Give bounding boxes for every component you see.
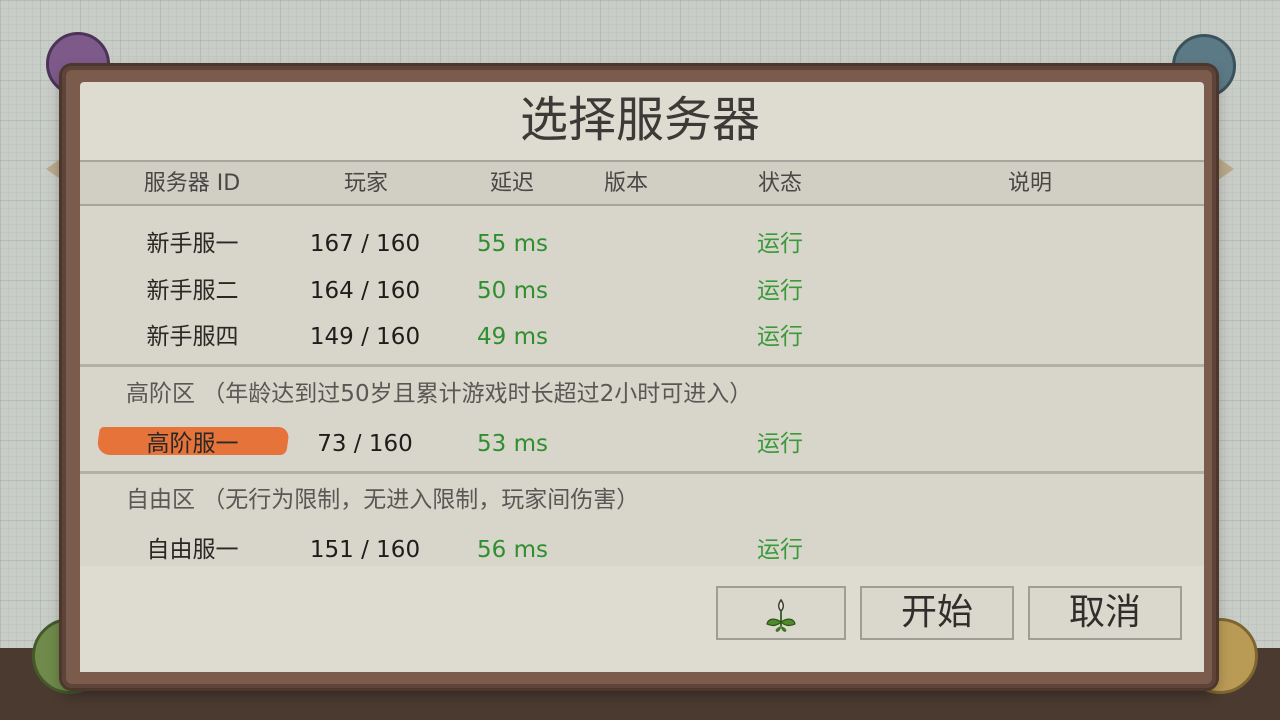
col-players[interactable]: 玩家 [316, 162, 416, 206]
server-status: 运行 [757, 324, 803, 350]
plant-button[interactable] [716, 586, 846, 640]
server-status: 运行 [757, 278, 803, 304]
server-name: 新手服四 [146, 324, 239, 350]
server-status: 运行 [757, 231, 803, 257]
start-button[interactable]: 开始 [860, 586, 1014, 640]
server-players: 73 / 160 [317, 431, 413, 457]
section-divider [80, 471, 1204, 474]
table-header: 服务器 ID 玩家 延迟 版本 状态 说明 [80, 160, 1204, 206]
server-latency: 56 ms [477, 537, 548, 563]
server-latency: 53 ms [477, 431, 548, 457]
server-status: 运行 [757, 431, 803, 457]
server-name: 自由服一 [146, 537, 239, 563]
server-name: 新手服二 [146, 278, 239, 304]
server-players: 149 / 160 [309, 324, 421, 350]
server-latency: 49 ms [477, 324, 548, 350]
col-latency[interactable]: 延迟 [462, 162, 562, 206]
server-list[interactable]: 新手服一 167 / 160 55 ms 运行 新手服二 164 / 160 5… [80, 206, 1204, 566]
section-divider [80, 364, 1204, 367]
server-name: 高阶服一 [146, 431, 239, 457]
server-players: 167 / 160 [309, 231, 421, 257]
server-players: 151 / 160 [309, 537, 421, 563]
plant-icon [766, 598, 796, 632]
col-description[interactable]: 说明 [980, 162, 1080, 206]
col-version[interactable]: 版本 [576, 162, 676, 206]
section-title-advanced: 高阶区 （年龄达到过50岁且累计游戏时长超过2小时可进入） [126, 381, 753, 407]
col-server-id[interactable]: 服务器 ID [140, 162, 244, 206]
server-name: 新手服一 [146, 231, 239, 257]
col-status[interactable]: 状态 [730, 162, 830, 206]
dialog-title: 选择服务器 [519, 92, 760, 148]
server-players: 164 / 160 [309, 278, 421, 304]
server-latency: 55 ms [477, 231, 548, 257]
server-latency: 50 ms [477, 278, 548, 304]
server-status: 运行 [757, 537, 803, 563]
cancel-button[interactable]: 取消 [1028, 586, 1182, 640]
right-arrow-icon [1214, 155, 1234, 183]
section-title-free: 自由区 （无行为限制，无进入限制，玩家间伤害） [126, 487, 640, 513]
